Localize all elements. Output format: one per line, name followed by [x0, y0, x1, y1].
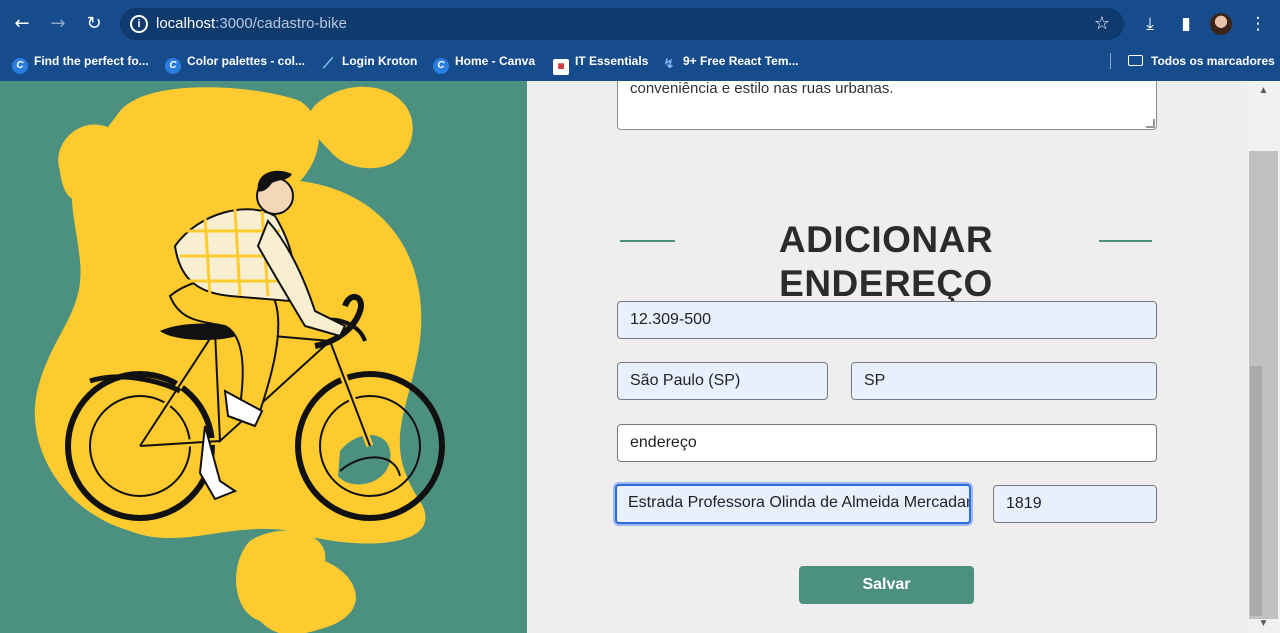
canva-icon: C — [12, 58, 28, 74]
forward-icon[interactable]: → — [46, 12, 70, 36]
save-button[interactable]: Salvar — [799, 566, 974, 604]
bookmark-item[interactable]: C Home - Canva — [433, 47, 535, 75]
illustration-panel — [0, 81, 527, 633]
kroton-icon: ⟋ — [323, 55, 333, 71]
bookmark-item[interactable]: ⟋ Login Kroton — [320, 47, 417, 75]
side-panel-icon[interactable]: ▮ — [1174, 12, 1198, 36]
reload-icon[interactable]: ↻ — [82, 12, 106, 36]
bookmark-item[interactable]: ↯ 9+ Free React Tem... — [661, 47, 799, 75]
scroll-up-icon[interactable]: ▲ — [1247, 82, 1280, 100]
react-icon: ↯ — [663, 56, 675, 71]
bookmark-item[interactable]: ▦ IT Essentials — [553, 47, 648, 75]
heading-divider — [1099, 240, 1152, 242]
bookmark-item[interactable]: C Find the perfect fo... — [12, 47, 149, 75]
address-field[interactable]: endereço — [617, 424, 1157, 462]
url-text[interactable]: localhost:3000/cadastro-bike — [156, 8, 347, 40]
page-title: ADICIONAR ENDEREÇO — [778, 219, 994, 304]
page-viewport: conveniência e estilo nas ruas urbanas. … — [0, 81, 1280, 633]
back-icon[interactable]: ← — [10, 12, 34, 36]
menu-icon[interactable]: ⋮ — [1246, 12, 1270, 36]
browser-toolbar: ← → ↻ i localhost:3000/cadastro-bike ☆ ⤓… — [0, 0, 1280, 47]
heading-divider — [620, 240, 675, 242]
state-field[interactable]: SP — [851, 362, 1157, 400]
bookmark-separator — [1110, 53, 1111, 69]
bookmark-star-icon[interactable]: ☆ — [1094, 12, 1110, 36]
resize-grip-icon[interactable] — [1146, 119, 1155, 128]
canva-icon: C — [165, 58, 181, 74]
site-info-icon[interactable]: i — [130, 15, 148, 33]
number-field[interactable]: 1819 — [993, 485, 1157, 523]
download-icon[interactable]: ⤓ — [1138, 12, 1162, 36]
all-bookmarks-button[interactable]: Todos os marcadores — [1128, 47, 1275, 75]
folder-icon — [1128, 55, 1143, 66]
canva-icon: C — [433, 58, 449, 74]
address-bar[interactable]: i localhost:3000/cadastro-bike ☆ — [120, 8, 1124, 40]
profile-avatar[interactable] — [1210, 13, 1232, 35]
cyclist-illustration — [34, 86, 445, 633]
section-heading: ADICIONAR ENDEREÇO — [620, 218, 1152, 304]
cisco-icon: ▦ — [553, 59, 569, 75]
street-field[interactable]: Estrada Professora Olinda de Almeida Mer… — [615, 484, 971, 524]
cep-field[interactable]: 12.309-500 — [617, 301, 1157, 339]
scrollbar-thumb[interactable] — [1250, 366, 1262, 616]
bookmark-item[interactable]: C Color palettes - col... — [165, 47, 305, 75]
form-panel — [527, 81, 1247, 633]
bookmarks-bar: C Find the perfect fo... C Color palettes … — [0, 47, 1280, 81]
description-textarea[interactable]: conveniência e estilo nas ruas urbanas. — [617, 81, 1157, 130]
city-field[interactable]: São Paulo (SP) — [617, 362, 828, 400]
